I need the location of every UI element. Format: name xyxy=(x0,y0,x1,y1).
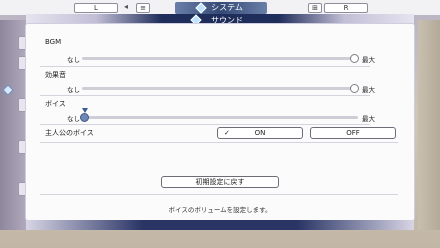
bgm-min-label: なし xyxy=(67,56,80,64)
bgm-label: BGM xyxy=(45,38,62,46)
divider xyxy=(40,95,370,96)
voice-max-label: 最大 xyxy=(362,115,375,123)
voice-slider-knob[interactable] xyxy=(80,113,89,122)
background-right-decoration xyxy=(418,20,440,230)
sfx-min-label: なし xyxy=(67,86,80,94)
menu-icon[interactable]: ≡ xyxy=(136,3,150,13)
sfx-label: 効果音 xyxy=(45,71,66,79)
bgm-slider-knob[interactable] xyxy=(350,54,359,63)
off-label: OFF xyxy=(346,129,360,137)
divider xyxy=(40,124,370,125)
sfx-slider-track[interactable] xyxy=(82,87,358,90)
grid-icon[interactable]: ⊞ xyxy=(308,3,322,13)
r-button[interactable]: R xyxy=(324,3,368,13)
on-label: ON xyxy=(254,129,266,137)
diamond-icon xyxy=(195,2,207,14)
l-button[interactable]: L xyxy=(74,3,118,13)
divider xyxy=(40,66,370,67)
protagonist-voice-off-button[interactable]: OFF xyxy=(310,127,396,139)
voice-slider-track[interactable] xyxy=(82,116,358,119)
divider xyxy=(40,194,398,195)
page-title: システム xyxy=(175,2,267,14)
sfx-max-label: 最大 xyxy=(362,86,375,94)
voice-label: ボイス xyxy=(45,100,66,108)
left-arrow-icon[interactable]: ◂ xyxy=(124,2,128,11)
check-icon: ✓ xyxy=(224,129,230,137)
reset-defaults-button[interactable]: 初期設定に戻す xyxy=(161,176,279,188)
divider xyxy=(40,142,398,143)
page-title-text: システム xyxy=(211,3,243,12)
sfx-slider-knob[interactable] xyxy=(350,84,359,93)
bgm-max-label: 最大 xyxy=(362,56,375,64)
bgm-slider-track[interactable] xyxy=(82,57,358,60)
help-description: ボイスのボリュームを設定します。 xyxy=(168,206,272,214)
protagonist-voice-label: 主人公のボイス xyxy=(45,129,94,137)
protagonist-voice-on-button[interactable]: ✓ ON xyxy=(217,127,303,139)
voice-min-label: なし xyxy=(67,115,80,123)
panel-footer xyxy=(26,220,414,230)
